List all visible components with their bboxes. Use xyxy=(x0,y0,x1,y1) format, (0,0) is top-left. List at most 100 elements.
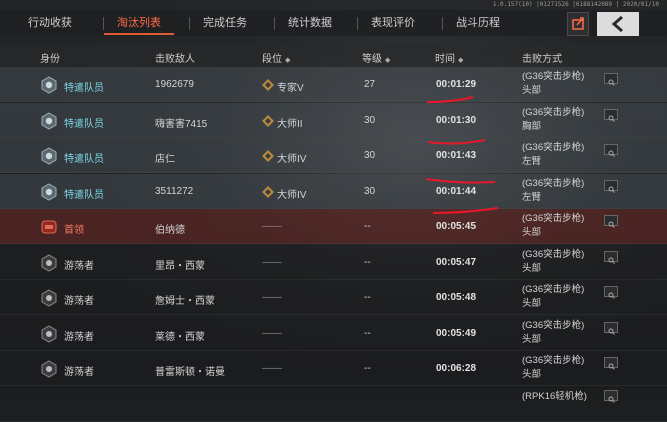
level-value: 27 xyxy=(364,79,376,90)
enemy-name: 伯纳德 xyxy=(155,225,185,236)
time-value: 00:05:47 xyxy=(436,256,477,268)
level-value: -- xyxy=(364,363,371,374)
detail-button[interactable] xyxy=(604,250,618,264)
detail-button[interactable] xyxy=(604,321,618,335)
detail-button[interactable] xyxy=(604,179,618,193)
column-enemy: 击败敌人 xyxy=(155,54,195,65)
detail-button[interactable] xyxy=(604,108,618,122)
table-row[interactable]: 游荡者 莱德・西蒙 —— -- 00:05:49 (G36突击步枪) 头部 xyxy=(0,315,667,351)
boss-badge-icon xyxy=(40,218,58,236)
rank-icon xyxy=(262,78,274,91)
rank-label: 大师II xyxy=(277,118,303,130)
active-tab-indicator xyxy=(104,33,174,35)
table-row[interactable]: 特遣队员 嗨害害7415 大师II 30 00:01:30 (G36突击步枪) 胸部 xyxy=(0,102,667,138)
rank-label: —— xyxy=(262,256,282,268)
weapon-name: (G36突击步枪) xyxy=(522,71,585,82)
hit-location: 左臂 xyxy=(522,191,542,203)
column-level-label: 等级 xyxy=(362,54,382,65)
column-level[interactable]: 等级 ◆ xyxy=(362,50,390,65)
enemy-name: 莱德・西蒙 xyxy=(155,331,205,343)
identity-label: 特遣队员 xyxy=(64,189,104,201)
agent-badge-icon xyxy=(40,147,58,165)
search-icon xyxy=(608,396,615,403)
enemy-name: 3511272 xyxy=(155,185,194,197)
hit-location: 头部 xyxy=(522,262,542,274)
time-value: 00:05:48 xyxy=(436,292,477,303)
tab-5[interactable]: 战斗历程 xyxy=(443,10,513,36)
detail-button[interactable] xyxy=(604,286,618,299)
identity-label: 游荡者 xyxy=(64,260,94,272)
level-value: -- xyxy=(364,221,371,232)
tab-0[interactable]: 行动收获 xyxy=(15,10,85,36)
weapon-name: (G36突击步枪) xyxy=(522,106,585,118)
enemy-name: 店仁 xyxy=(155,154,175,165)
export-icon xyxy=(572,17,584,30)
rank-icon xyxy=(262,185,274,198)
search-icon xyxy=(608,115,615,122)
wanderer-badge-icon xyxy=(40,324,58,343)
back-button[interactable] xyxy=(597,12,639,36)
search-icon xyxy=(608,328,615,335)
tab-separator xyxy=(442,17,443,30)
enemy-name: 詹姆士・西蒙 xyxy=(155,296,215,307)
column-time[interactable]: 时间 ◆ xyxy=(435,50,463,65)
wanderer-badge-icon xyxy=(40,360,58,378)
weapon-name: (G36突击步枪) xyxy=(522,319,585,331)
tab-separator xyxy=(357,17,358,30)
time-value: 00:01:43 xyxy=(436,150,477,161)
tab-4[interactable]: 表现评价 xyxy=(358,10,428,36)
table-row[interactable]: 特遣队员 1962679 专家V 27 00:01:29 (G36突击步枪) 头部 xyxy=(0,67,667,102)
sort-icon: ◆ xyxy=(458,57,464,64)
rank-label: 专家V xyxy=(277,83,304,94)
table-row[interactable]: 游荡者 里昂・西蒙 —— -- 00:05:47 (G36突击步枪) 头部 xyxy=(0,244,667,280)
detail-button[interactable] xyxy=(604,215,618,228)
agent-badge-icon xyxy=(40,182,58,201)
weapon-name: (G36突击步枪) xyxy=(522,142,585,153)
chevron-left-icon xyxy=(611,15,623,33)
search-icon xyxy=(608,292,615,299)
level-value: 30 xyxy=(364,150,376,161)
sort-icon: ◆ xyxy=(385,57,391,64)
table-row[interactable]: 游荡者 普雷斯顿・诺曼 —— -- 00:06:28 (G36突击步枪) 头部 xyxy=(0,351,667,386)
enemy-name: 普雷斯顿・诺曼 xyxy=(155,367,225,378)
enemy-name: 1962679 xyxy=(155,79,194,90)
tab-separator xyxy=(274,17,275,30)
weapon-name: (G36突击步枪) xyxy=(522,284,585,295)
detail-button[interactable] xyxy=(604,357,618,370)
level-value: 30 xyxy=(364,114,376,126)
agent-badge-icon xyxy=(40,76,58,94)
table-row[interactable]: 游荡者 詹姆士・西蒙 —— -- 00:05:48 (G36突击步枪) 头部 xyxy=(0,280,667,315)
rank-label: 大师IV xyxy=(277,154,307,165)
search-icon xyxy=(608,257,615,264)
identity-label: 游荡者 xyxy=(64,296,94,307)
export-button[interactable] xyxy=(567,12,589,36)
search-icon xyxy=(608,150,615,157)
tab-2[interactable]: 完成任务 xyxy=(190,10,260,36)
level-value: -- xyxy=(364,327,371,339)
weapon-name: (G36突击步枪) xyxy=(522,248,585,260)
table-row[interactable]: 特遣队员 3511272 大师IV 30 00:01:44 (G36突击步枪) 左臂 xyxy=(0,173,667,209)
enemy-name: 里昂・西蒙 xyxy=(155,260,205,272)
table-row[interactable]: 特遣队员 店仁 大师IV 30 00:01:43 (G36突击步枪) 左臂 xyxy=(0,138,667,173)
table-row[interactable]: (RPK16轻机枪) xyxy=(0,386,667,422)
rank-label: —— xyxy=(262,292,282,303)
table-header: 身份 击败敌人 段位 ◆ 等级 ◆ 时间 ◆ 击败方式 xyxy=(0,45,667,67)
search-icon xyxy=(608,363,615,370)
rank-icon xyxy=(262,149,274,162)
tab-3[interactable]: 统计数据 xyxy=(275,10,345,36)
hit-location: 胸部 xyxy=(522,120,542,132)
table-row[interactable]: 首领 伯纳德 —— -- 00:05:45 (G36突击步枪) 头部 xyxy=(0,209,667,244)
column-rank[interactable]: 段位 ◆ xyxy=(262,50,290,65)
weapon-name: (G36突击步枪) xyxy=(522,177,585,189)
rank-label: —— xyxy=(262,363,282,374)
enemy-name: 嗨害害7415 xyxy=(155,118,208,130)
column-rank-label: 段位 xyxy=(262,54,282,65)
version-text: 1.0.157(10) |01271526 |6188142089 | 2020… xyxy=(492,1,659,8)
detail-button[interactable] xyxy=(604,389,618,403)
time-value: 00:06:28 xyxy=(436,363,477,374)
rank-label: —— xyxy=(262,327,282,339)
rank-icon xyxy=(262,114,274,127)
detail-button[interactable] xyxy=(604,144,618,157)
hit-location: 头部 xyxy=(522,298,542,309)
detail-button[interactable] xyxy=(604,73,618,86)
